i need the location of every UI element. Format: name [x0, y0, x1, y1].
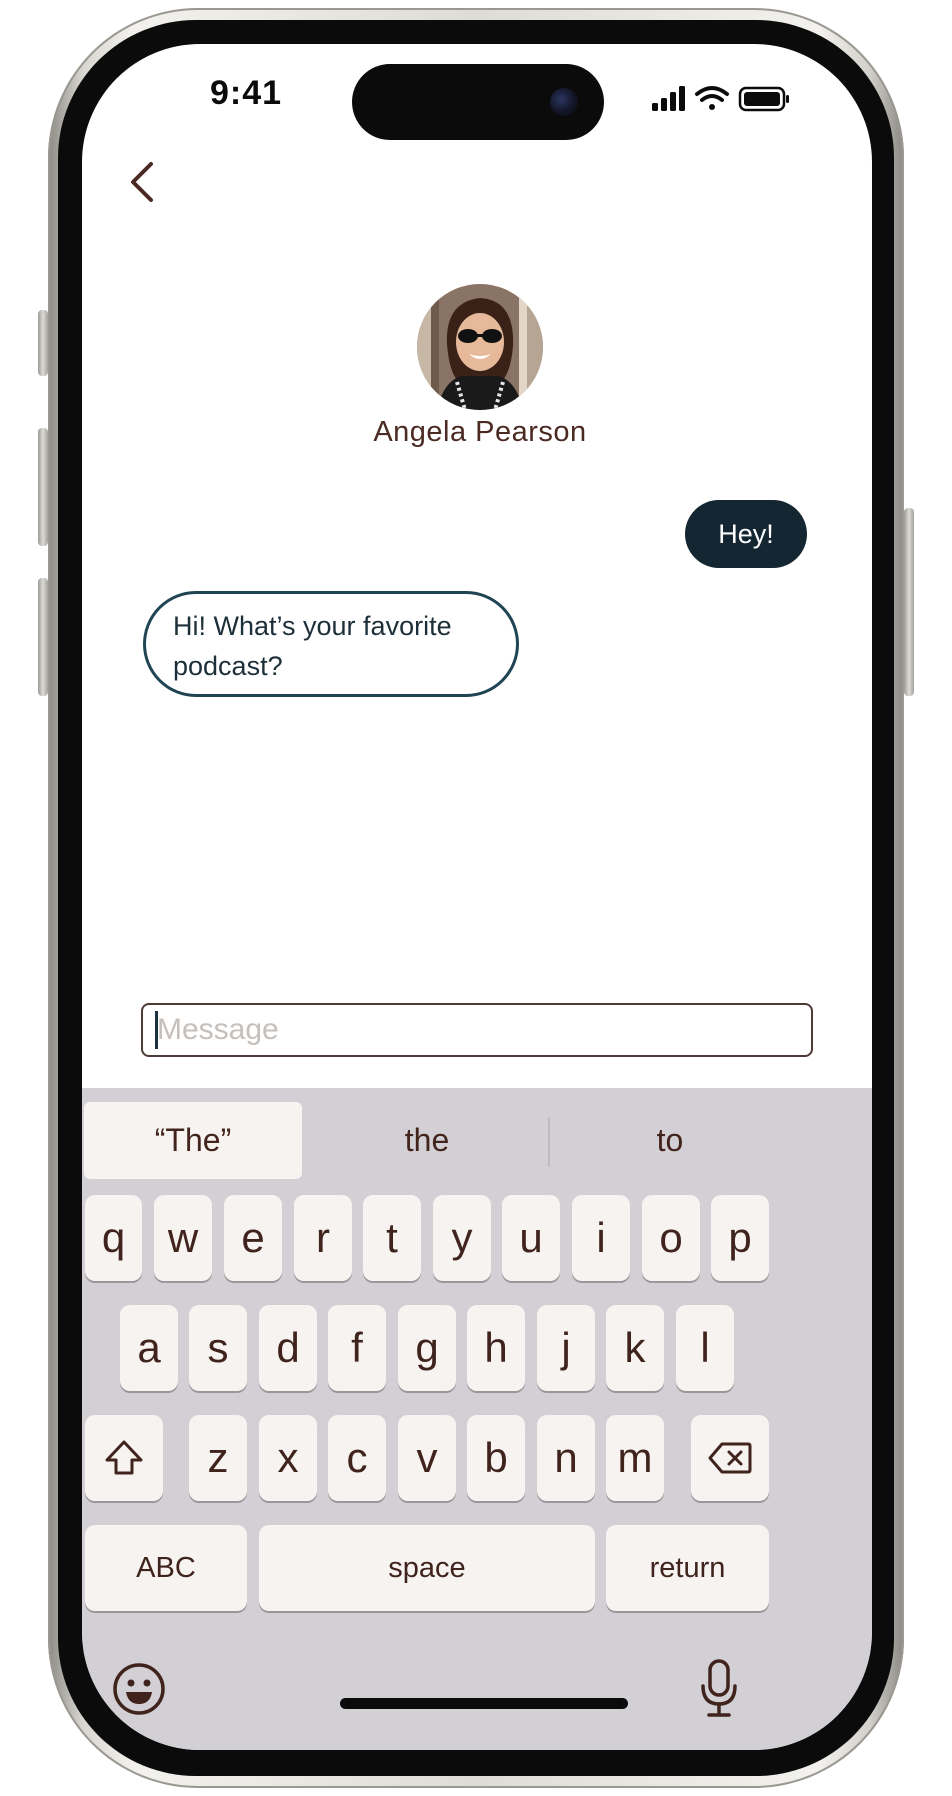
- power-button: [904, 508, 914, 696]
- camera-icon: [550, 88, 578, 116]
- microphone-button[interactable]: [694, 1656, 744, 1722]
- contact-avatar[interactable]: [417, 284, 543, 410]
- key-i[interactable]: i: [572, 1195, 630, 1281]
- dynamic-island: [352, 64, 604, 140]
- key-j[interactable]: j: [537, 1305, 595, 1391]
- key-f[interactable]: f: [328, 1305, 386, 1391]
- key-z[interactable]: z: [189, 1415, 247, 1501]
- key-k[interactable]: k: [606, 1305, 664, 1391]
- delete-icon: [708, 1442, 752, 1474]
- battery-icon: [738, 86, 789, 112]
- abc-key[interactable]: ABC: [85, 1525, 247, 1611]
- key-h[interactable]: h: [467, 1305, 525, 1391]
- emoji-button[interactable]: [110, 1660, 168, 1718]
- key-g[interactable]: g: [398, 1305, 456, 1391]
- shift-key[interactable]: [85, 1415, 163, 1501]
- key-l[interactable]: l: [676, 1305, 734, 1391]
- prediction-3[interactable]: to: [552, 1102, 788, 1179]
- emoji-icon: [113, 1663, 165, 1715]
- status-time: 9:41: [209, 74, 283, 112]
- delete-key[interactable]: [691, 1415, 769, 1501]
- avatar-photo: [417, 284, 543, 410]
- prediction-1[interactable]: “The”: [84, 1102, 302, 1179]
- key-m[interactable]: m: [606, 1415, 664, 1501]
- key-r[interactable]: r: [294, 1195, 352, 1281]
- chevron-left-icon: [131, 162, 153, 202]
- key-n[interactable]: n: [537, 1415, 595, 1501]
- status-icon-group: [652, 86, 789, 112]
- key-x[interactable]: x: [259, 1415, 317, 1501]
- wifi-icon: [695, 86, 729, 110]
- key-v[interactable]: v: [398, 1415, 456, 1501]
- outgoing-message[interactable]: Hey!: [685, 500, 807, 568]
- key-y[interactable]: y: [433, 1195, 491, 1281]
- volume-down-button: [38, 578, 48, 696]
- key-q[interactable]: q: [85, 1195, 142, 1281]
- key-d[interactable]: d: [259, 1305, 317, 1391]
- shift-icon: [105, 1440, 143, 1475]
- key-p[interactable]: p: [711, 1195, 769, 1281]
- key-c[interactable]: c: [328, 1415, 386, 1501]
- home-indicator[interactable]: [340, 1698, 628, 1709]
- key-w[interactable]: w: [154, 1195, 212, 1281]
- message-input[interactable]: [141, 1003, 813, 1057]
- microphone-icon: [701, 1659, 737, 1717]
- space-key[interactable]: space: [259, 1525, 595, 1611]
- phone-screen: 9:41 Angela Pearson Hey! Hi! What’s your…: [82, 44, 872, 1750]
- volume-up-button: [38, 428, 48, 546]
- prediction-divider: [548, 1117, 550, 1167]
- key-e[interactable]: e: [224, 1195, 282, 1281]
- key-a[interactable]: a: [120, 1305, 178, 1391]
- action-button: [38, 310, 48, 376]
- contact-name[interactable]: Angela Pearson: [277, 416, 683, 449]
- key-b[interactable]: b: [467, 1415, 525, 1501]
- key-u[interactable]: u: [502, 1195, 560, 1281]
- back-button[interactable]: [116, 156, 168, 208]
- prediction-2[interactable]: the: [309, 1102, 545, 1179]
- status-icons: [652, 84, 792, 114]
- incoming-message[interactable]: Hi! What’s your favorite podcast?: [143, 591, 519, 697]
- keyboard: “The” the to q w e r t y u i o p a s d f…: [82, 1088, 872, 1750]
- return-key[interactable]: return: [606, 1525, 769, 1611]
- signal-icon: [652, 86, 685, 111]
- text-cursor: [155, 1011, 158, 1049]
- key-s[interactable]: s: [189, 1305, 247, 1391]
- key-o[interactable]: o: [642, 1195, 700, 1281]
- key-t[interactable]: t: [363, 1195, 421, 1281]
